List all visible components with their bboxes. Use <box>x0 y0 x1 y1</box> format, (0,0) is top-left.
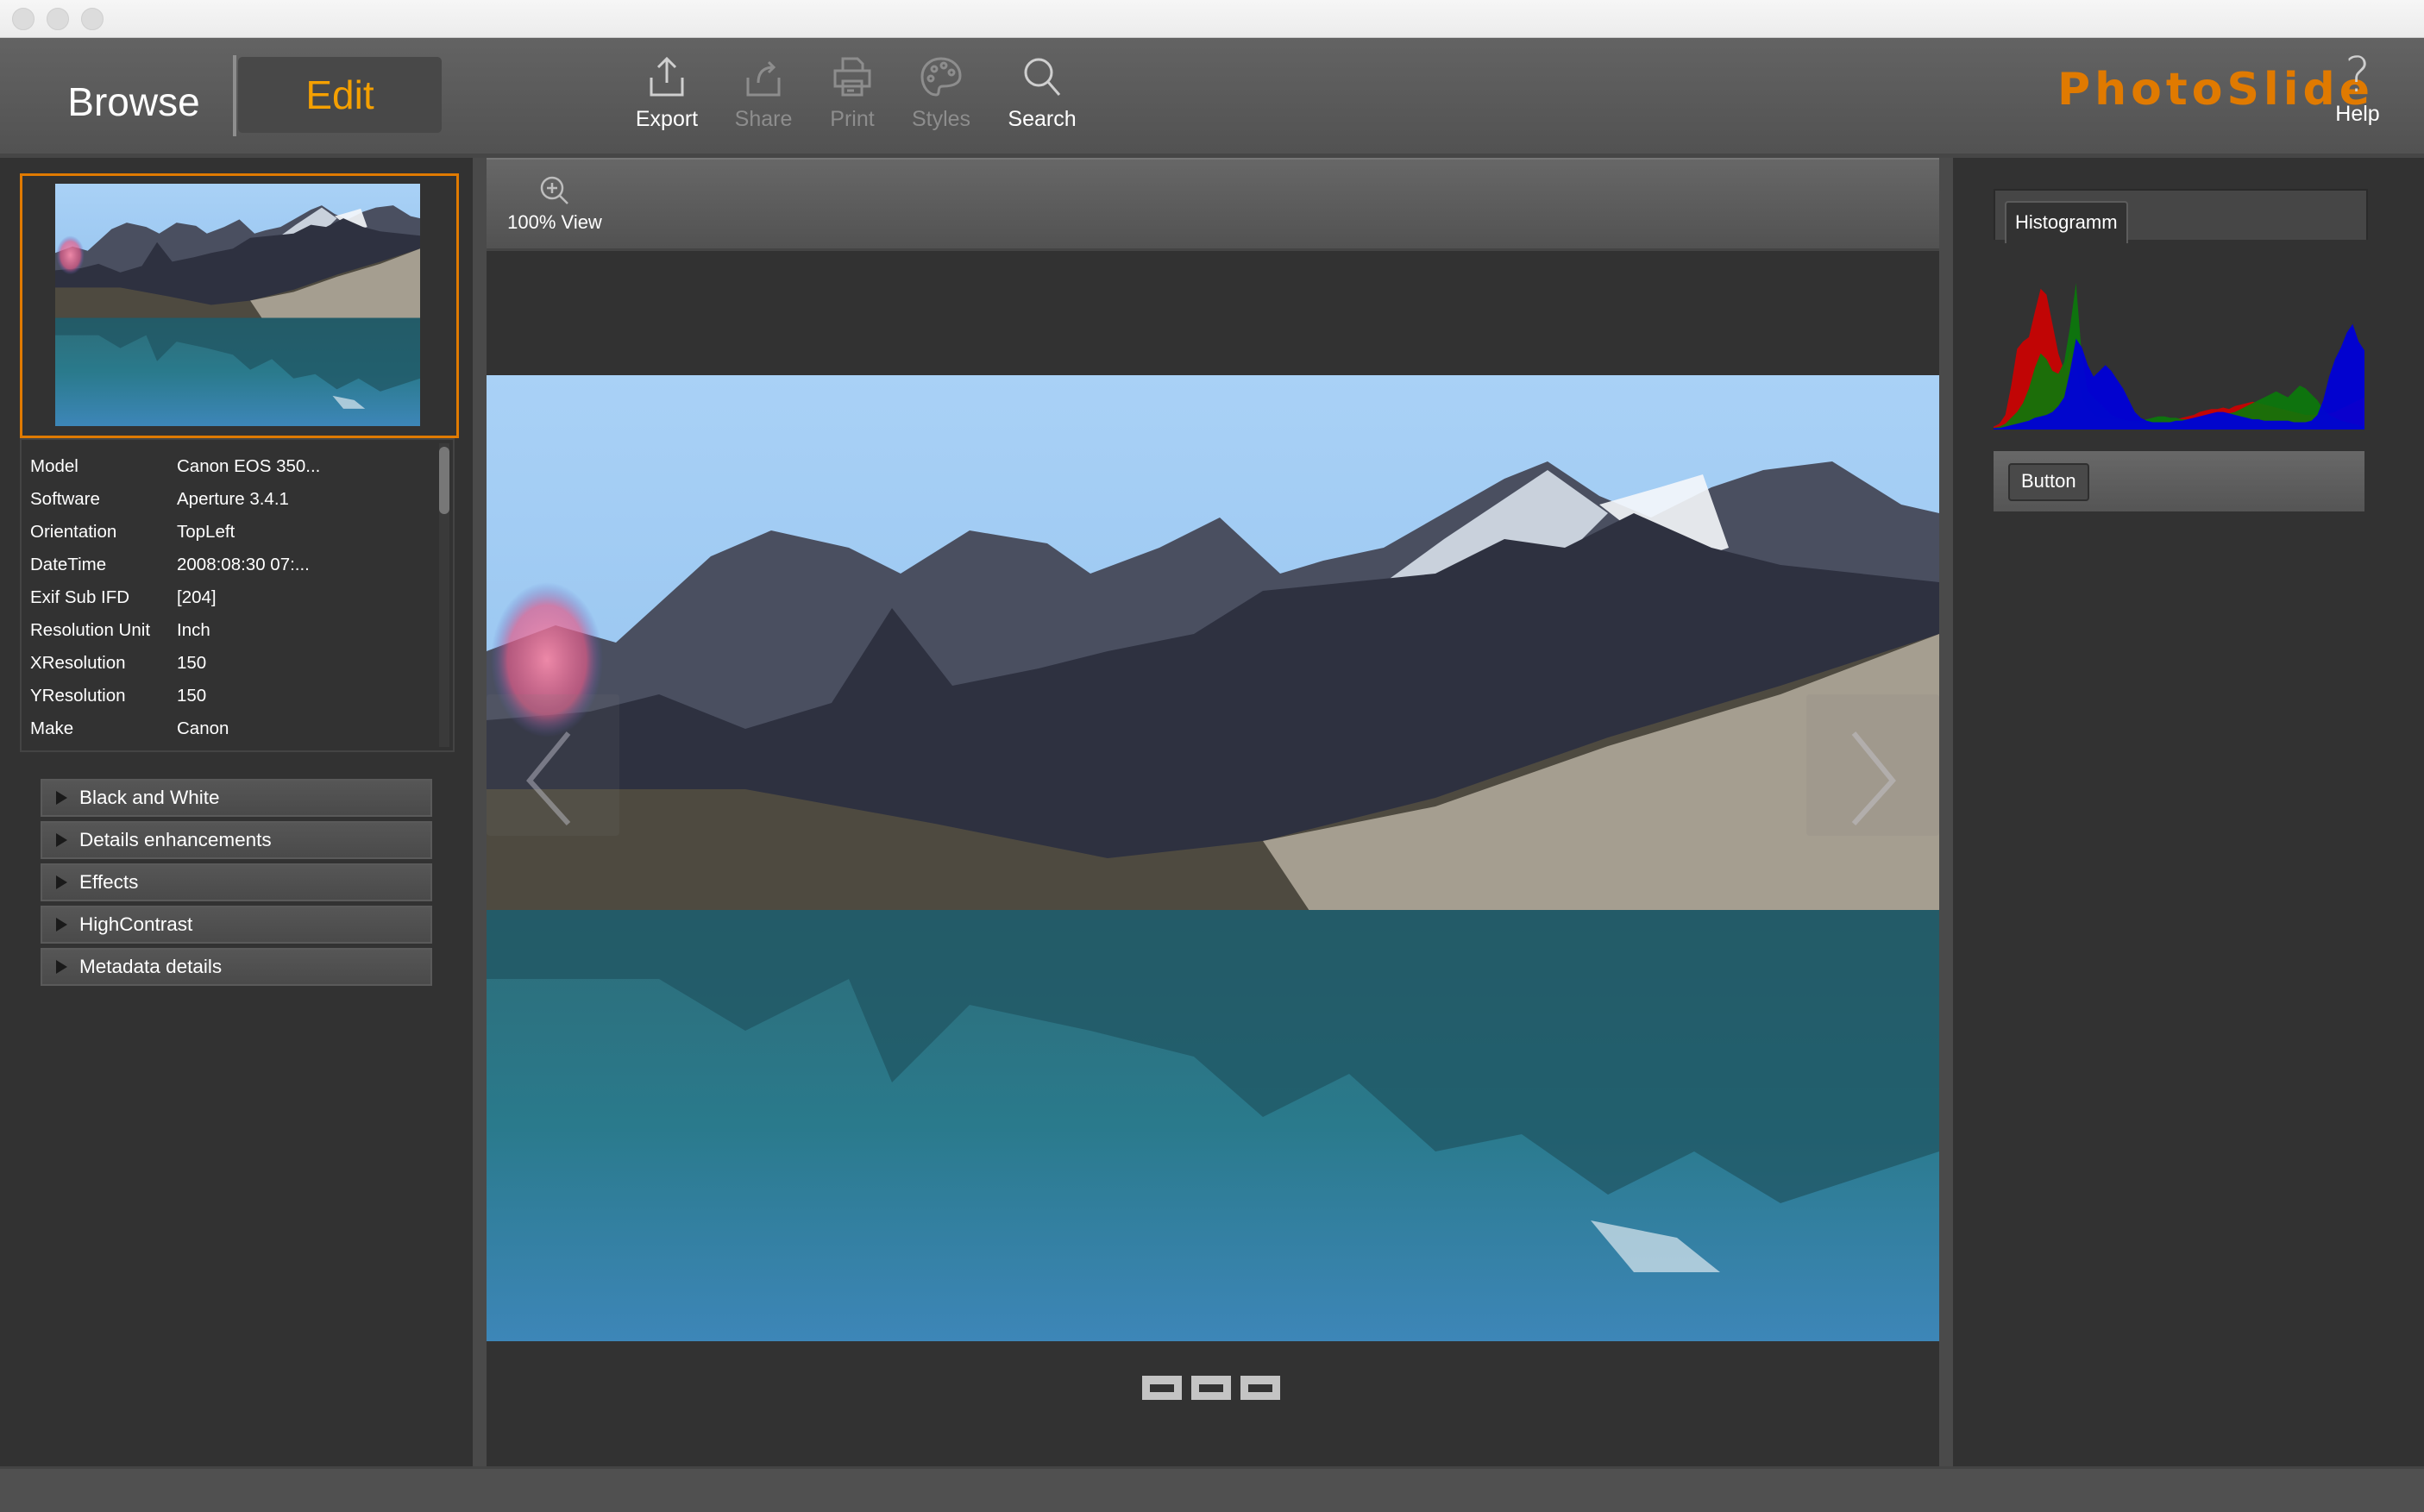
page-indicator[interactable] <box>1191 1376 1231 1400</box>
right-panel: Histogramm Button <box>1953 158 2424 1466</box>
generic-button[interactable]: Button <box>2008 463 2089 501</box>
help-button[interactable]: ? Help <box>2320 50 2395 127</box>
histogram-tab-bar: Histogramm <box>1994 189 2368 243</box>
chevron-left-icon <box>526 731 571 826</box>
window-zoom-button[interactable] <box>81 8 104 30</box>
viewer-panel: 100% View <box>487 158 1939 1466</box>
section-details-enhancements[interactable]: Details enhancements <box>41 821 432 859</box>
main-toolbar: Browse Edit Export Share Print Styles Se… <box>0 38 2424 158</box>
share-label: Share <box>734 107 793 131</box>
section-label: Effects <box>79 871 139 893</box>
metadata-key: Orientation <box>30 522 117 542</box>
previous-photo-button[interactable] <box>487 694 619 836</box>
export-label: Export <box>635 107 699 131</box>
disclosure-triangle-icon <box>56 791 67 805</box>
edit-mode-tab[interactable]: Edit <box>238 57 442 133</box>
button-bar: Button <box>1994 451 2364 511</box>
disclosure-triangle-icon <box>56 875 67 889</box>
metadata-scrollbar[interactable] <box>439 443 449 747</box>
next-photo-button[interactable] <box>1806 694 1939 836</box>
section-effects[interactable]: Effects <box>41 863 432 901</box>
metadata-key: Model <box>30 456 78 476</box>
section-black-and-white[interactable]: Black and White <box>41 779 432 817</box>
window-minimize-button[interactable] <box>47 8 69 30</box>
section-label: Black and White <box>79 787 220 808</box>
search-icon <box>1024 58 1061 96</box>
mode-divider <box>233 55 236 136</box>
metadata-value: Inch <box>177 620 210 640</box>
section-label: Details enhancements <box>79 829 272 850</box>
page-indicator[interactable] <box>1240 1376 1280 1400</box>
window-close-button[interactable] <box>12 8 35 30</box>
thumbnail-image <box>55 184 420 426</box>
zoom-in-icon <box>540 176 568 204</box>
metadata-key: Resolution Unit <box>30 620 151 640</box>
palette-icon <box>920 57 962 97</box>
zoom-100-label: 100% View <box>507 211 602 233</box>
share-button[interactable]: Share <box>716 53 811 132</box>
adjustment-sections: Black and White Details enhancements Effec… <box>41 779 432 990</box>
section-highcontrast[interactable]: HighContrast <box>41 906 432 944</box>
browse-mode-tab[interactable]: Browse <box>35 67 233 136</box>
section-label: HighContrast <box>79 913 193 935</box>
main-photo <box>487 375 1939 1341</box>
metadata-value: TopLeft <box>177 522 235 542</box>
metadata-value: Canon EOS 350... <box>177 456 321 476</box>
tab-histogramm[interactable]: Histogramm <box>2005 201 2128 243</box>
metadata-value: 2008:08:30 07:... <box>177 555 310 574</box>
metadata-key: Make <box>30 718 74 738</box>
styles-label: Styles <box>911 107 971 131</box>
export-icon <box>650 56 684 97</box>
page-indicator[interactable] <box>1142 1376 1182 1400</box>
metadata-key: Software <box>30 489 100 509</box>
chevron-right-icon <box>1851 731 1896 826</box>
share-icon <box>746 60 781 97</box>
left-splitter[interactable] <box>473 158 487 1466</box>
metadata-key: DateTime <box>30 555 107 574</box>
help-label: Help <box>2335 102 2380 126</box>
disclosure-triangle-icon <box>56 833 67 847</box>
printer-icon <box>833 57 871 97</box>
search-button[interactable]: Search <box>995 53 1090 132</box>
metadata-value: Canon <box>177 718 229 738</box>
help-icon: ? <box>2345 47 2371 104</box>
export-button[interactable]: Export <box>619 53 714 132</box>
metadata-value: Aperture 3.4.1 <box>177 489 289 509</box>
status-bar <box>0 1466 2424 1512</box>
search-label: Search <box>1008 107 1077 131</box>
styles-button[interactable]: Styles <box>894 53 989 132</box>
section-metadata-details[interactable]: Metadata details <box>41 948 432 986</box>
metadata-key: XResolution <box>30 653 126 673</box>
print-label: Print <box>830 107 875 131</box>
disclosure-triangle-icon <box>56 960 67 974</box>
zoom-100-button[interactable]: 100% View <box>507 175 602 234</box>
viewer-toolbar: 100% View <box>487 158 1939 251</box>
metadata-key: Exif Sub IFD <box>30 587 130 607</box>
scrollbar-thumb[interactable] <box>439 447 449 514</box>
right-splitter[interactable] <box>1939 158 1953 1466</box>
histogram-chart <box>1994 283 2364 430</box>
metadata-value: [204] <box>177 587 217 607</box>
disclosure-triangle-icon <box>56 918 67 932</box>
left-panel: Model Canon EOS 350... Software Aperture 3.… <box>0 158 473 1466</box>
metadata-table: Model Canon EOS 350... Software Aperture 3.… <box>20 438 455 752</box>
selected-thumbnail[interactable] <box>20 173 459 438</box>
title-bar <box>0 0 2424 38</box>
metadata-value: 150 <box>177 686 207 706</box>
metadata-value: 150 <box>177 653 207 673</box>
metadata-key: YResolution <box>30 686 126 706</box>
section-label: Metadata details <box>79 956 223 977</box>
print-button[interactable]: Print <box>805 53 900 132</box>
